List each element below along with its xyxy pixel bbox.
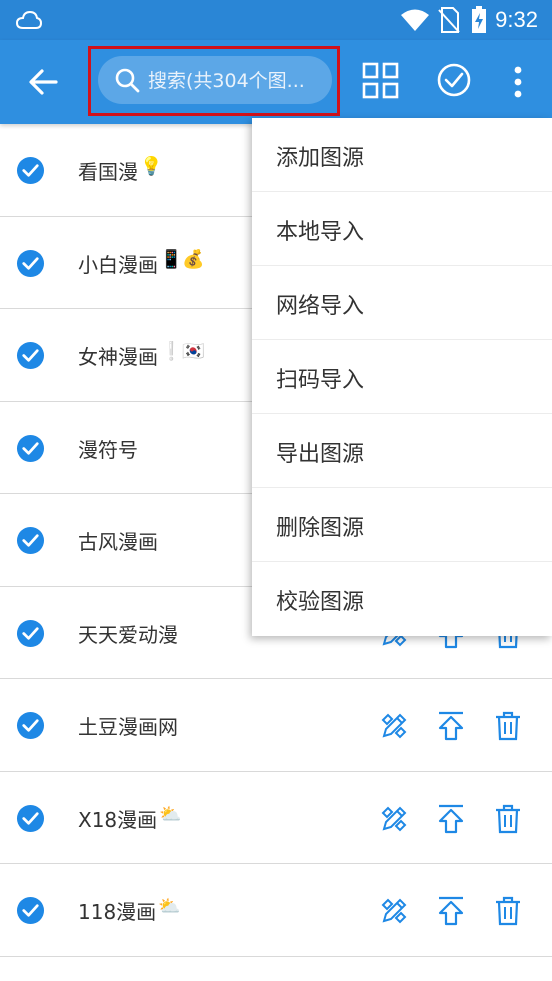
source-row[interactable]: 118漫画 ⛅ [0, 864, 552, 957]
delete-icon[interactable] [492, 710, 524, 742]
menu-item[interactable]: 校验图源 [252, 562, 552, 636]
menu-item[interactable]: 网络导入 [252, 266, 552, 340]
grid-icon[interactable] [360, 60, 402, 102]
status-bar: 9:32 [0, 0, 552, 40]
delete-icon[interactable] [492, 895, 524, 927]
checked-checkbox-icon[interactable] [16, 341, 45, 370]
checked-checkbox-icon[interactable] [16, 804, 45, 833]
move-to-top-icon[interactable] [435, 803, 467, 835]
cloud-icon [16, 10, 42, 29]
menu-item-label: 扫码导入 [276, 368, 365, 393]
menu-item[interactable]: 添加图源 [252, 118, 552, 192]
status-time: 9:32 [495, 7, 538, 32]
source-name: X18漫画 [78, 807, 158, 832]
source-name: 漫符号 [78, 437, 138, 462]
source-name: 看国漫 [78, 160, 138, 184]
menu-item-label: 网络导入 [276, 294, 365, 319]
source-emoji: ⛅ [159, 803, 182, 825]
delete-icon[interactable] [492, 803, 524, 835]
edit-icon[interactable] [378, 895, 410, 927]
menu-item[interactable]: 导出图源 [252, 414, 552, 488]
checked-checkbox-icon[interactable] [16, 249, 45, 278]
source-emoji: 📱💰 [160, 248, 205, 270]
move-to-top-icon[interactable] [435, 710, 467, 742]
source-name: 土豆漫画网 [78, 715, 178, 739]
toolbar: 搜索(共304个图... [0, 40, 552, 124]
search-icon [115, 68, 140, 93]
menu-item-label: 删除图源 [276, 516, 365, 541]
edit-icon[interactable] [378, 803, 410, 835]
edit-icon[interactable] [378, 710, 410, 742]
menu-item-label: 添加图源 [276, 146, 365, 171]
check-circle-icon[interactable] [433, 58, 475, 102]
move-to-top-icon[interactable] [435, 895, 467, 927]
source-emoji: ⛅ [158, 896, 181, 917]
menu-item[interactable]: 删除图源 [252, 488, 552, 562]
checked-checkbox-icon[interactable] [16, 526, 45, 555]
search-placeholder: 搜索(共304个图... [148, 70, 305, 92]
checked-checkbox-icon[interactable] [16, 156, 45, 185]
source-name: 天天爱动漫 [78, 622, 178, 647]
source-emoji: ❕🇰🇷 [160, 341, 205, 362]
checked-checkbox-icon[interactable] [16, 711, 45, 740]
menu-item-label: 校验图源 [276, 590, 365, 615]
overflow-menu: 添加图源本地导入网络导入扫码导入导出图源删除图源校验图源 [252, 118, 552, 636]
source-row[interactable]: X18漫画 ⛅ [0, 772, 552, 864]
source-name: 118漫画 [78, 900, 157, 924]
source-row[interactable]: 土豆漫画网 [0, 679, 552, 772]
menu-item[interactable]: 扫码导入 [252, 340, 552, 414]
checked-checkbox-icon[interactable] [16, 434, 45, 463]
wifi-icon [401, 9, 429, 31]
menu-item-label: 导出图源 [276, 442, 365, 467]
source-name: 古风漫画 [78, 530, 158, 554]
battery-charging-icon [472, 6, 486, 33]
menu-item-label: 本地导入 [276, 220, 365, 245]
checked-checkbox-icon[interactable] [16, 619, 45, 648]
more-vert-icon[interactable] [506, 60, 530, 104]
checked-checkbox-icon[interactable] [16, 896, 45, 925]
menu-item[interactable]: 本地导入 [252, 192, 552, 266]
back-arrow-icon[interactable] [22, 60, 66, 104]
search-input[interactable]: 搜索(共304个图... [98, 56, 332, 104]
source-name: 小白漫画 [78, 252, 158, 277]
no-sim-icon [438, 7, 460, 33]
source-name: 女神漫画 [78, 345, 158, 369]
source-emoji: 💡 [140, 156, 163, 177]
